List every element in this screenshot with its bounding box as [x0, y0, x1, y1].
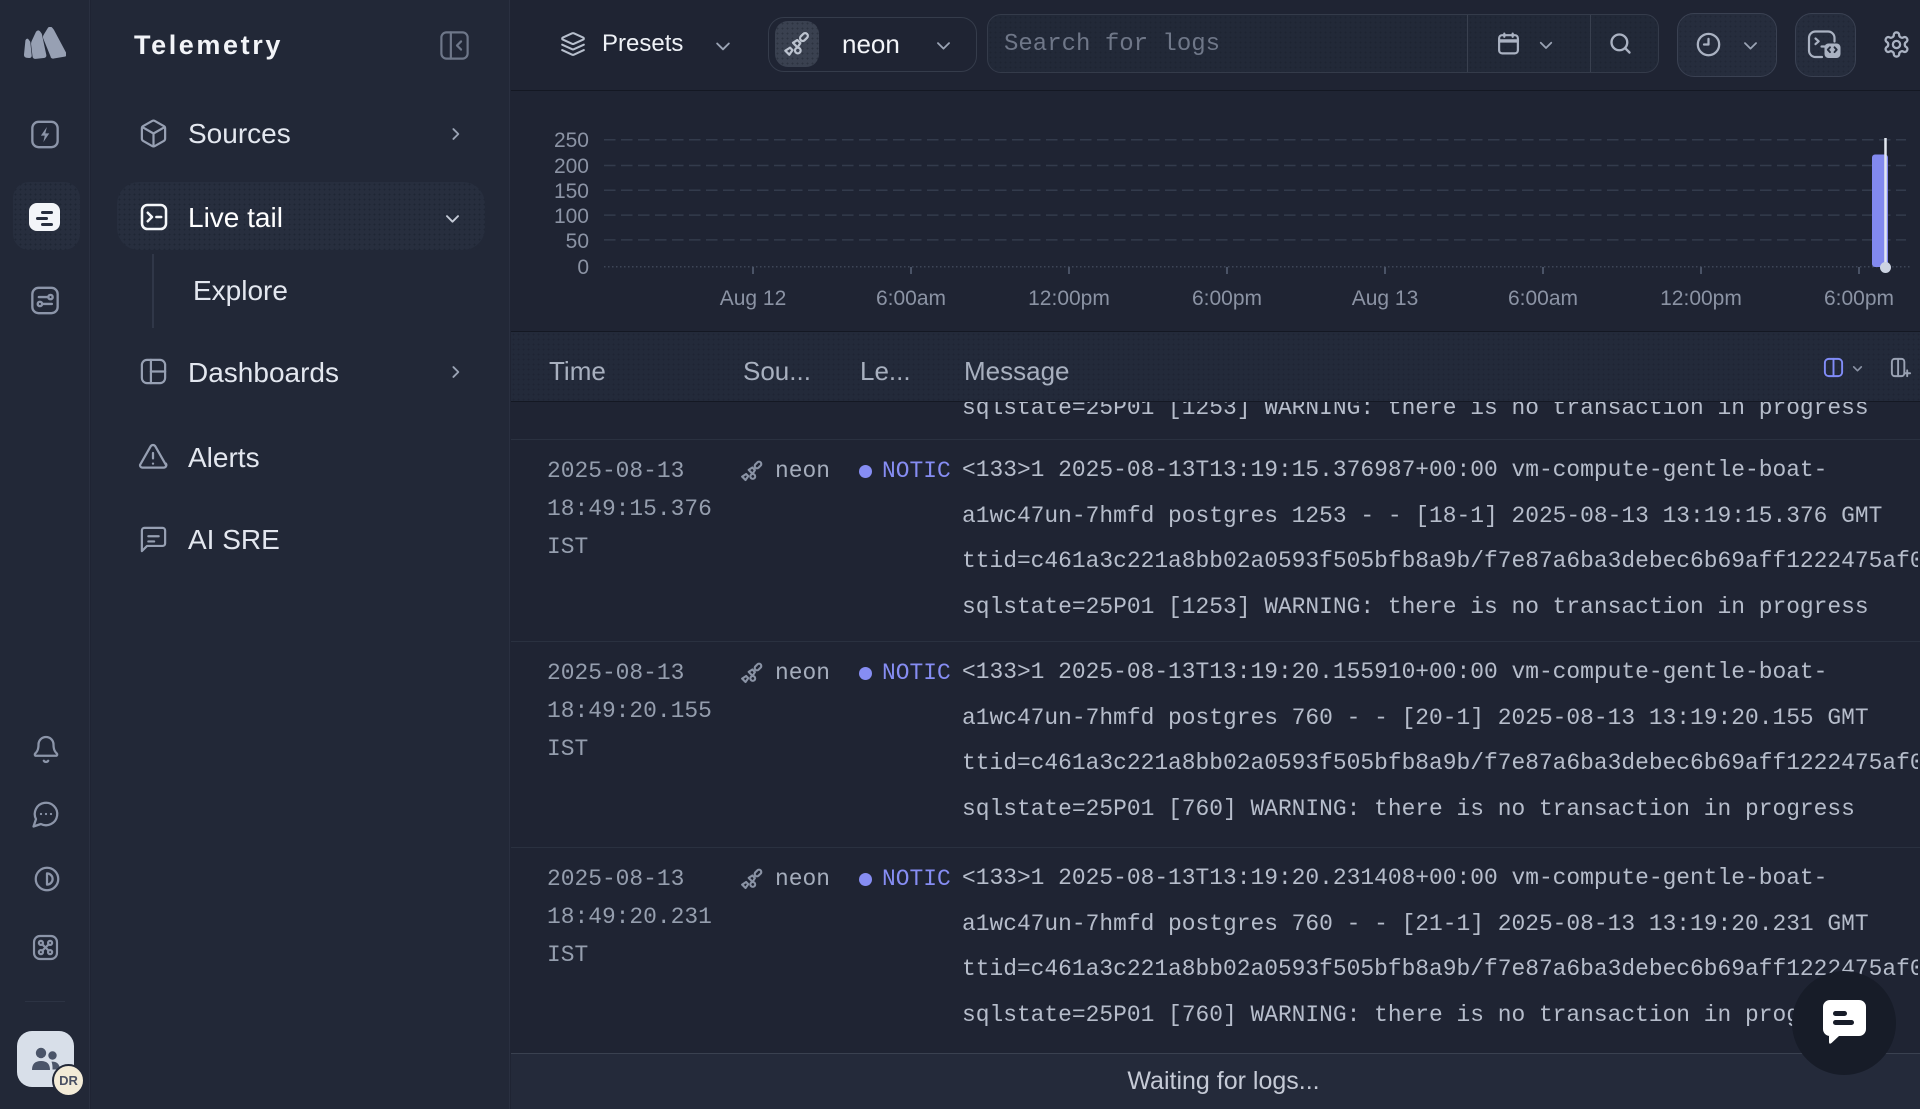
svg-text:0: 0 [577, 256, 589, 279]
svg-text:6:00pm: 6:00pm [1192, 287, 1262, 310]
svg-text:50: 50 [566, 230, 589, 253]
svg-text:6:00am: 6:00am [1508, 287, 1578, 310]
svg-text:Aug 12: Aug 12 [720, 287, 787, 310]
svg-text:Aug 13: Aug 13 [1352, 287, 1419, 310]
svg-text:6:00am: 6:00am [876, 287, 946, 310]
svg-text:12:00pm: 12:00pm [1028, 287, 1110, 310]
svg-text:200: 200 [554, 155, 589, 178]
svg-text:100: 100 [554, 205, 589, 228]
svg-text:250: 250 [554, 129, 589, 152]
svg-text:6:00pm: 6:00pm [1824, 287, 1894, 310]
svg-text:150: 150 [554, 180, 589, 203]
svg-text:12:00pm: 12:00pm [1660, 287, 1742, 310]
